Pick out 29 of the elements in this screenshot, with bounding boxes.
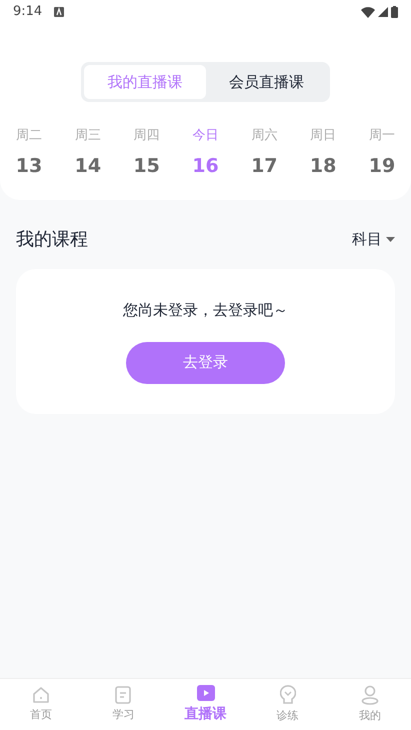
signal-icon [378,7,388,17]
day-item[interactable]: 周四 15 [118,126,176,180]
nav-item[interactable]: 我的 [328,679,411,730]
nav-item[interactable]: 首页 [0,679,82,730]
section-title: 我的课程 [16,228,88,252]
caret-icon [386,237,395,242]
day-item[interactable]: 周一 19 [352,126,411,180]
wifi-icon [361,6,375,18]
day-item[interactable]: 周二 13 [0,126,58,180]
nav-item[interactable]: 学习 [82,679,164,730]
tab[interactable]: 我的直播课 [84,65,206,99]
login-prompt: 您尚未登录，去登录吧～ [123,300,288,321]
subject-filter[interactable]: 科目 [352,228,395,251]
document-icon [115,686,132,704]
play-icon [196,684,214,700]
day-item[interactable]: 周日 18 [294,126,352,180]
lightbulb-icon [280,684,296,705]
nav-item[interactable]: 诊练 [246,679,329,730]
status-time: 9:14 [13,3,42,22]
home-icon [32,686,50,704]
login-button[interactable]: 去登录 [126,342,285,384]
day-item[interactable]: 今日 16 [176,126,234,180]
day-item[interactable]: 周三 14 [58,126,117,180]
nav-item[interactable]: 直播课 [164,679,247,730]
user-icon [360,684,379,705]
notification-icon [54,7,64,17]
tab[interactable]: 会员直播课 [206,65,327,99]
day-item[interactable]: 周六 17 [235,126,294,180]
battery-icon [391,6,398,18]
